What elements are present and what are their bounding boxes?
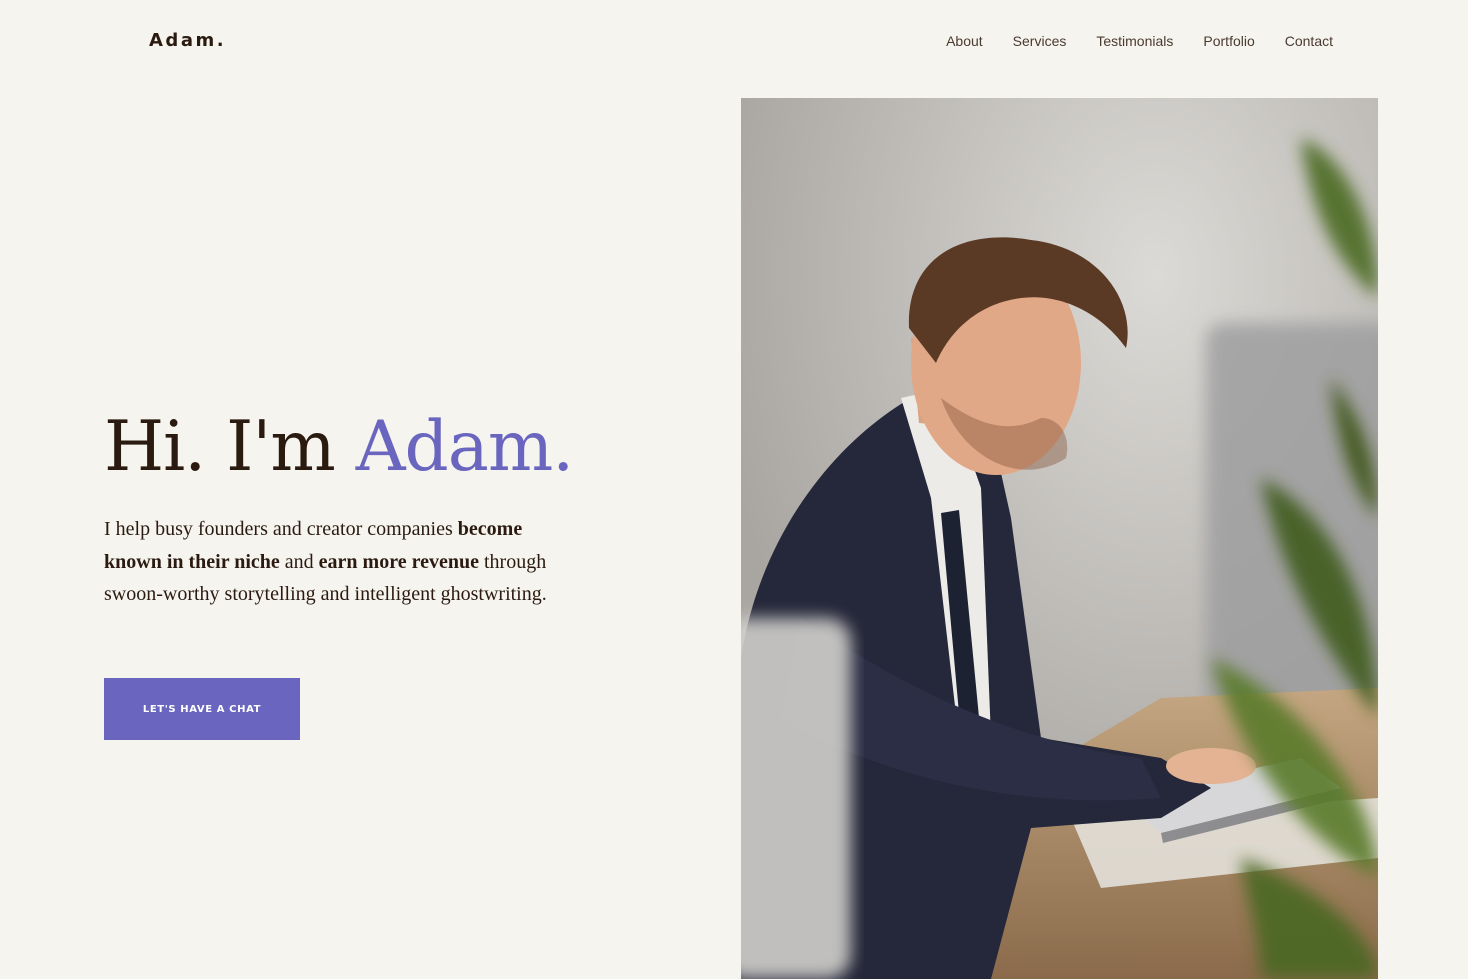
main-nav: About Services Testimonials Portfolio Co… <box>946 33 1333 49</box>
hero-title-accent: Adam. <box>355 407 574 487</box>
nav-link-testimonials[interactable]: Testimonials <box>1096 33 1173 49</box>
nav-link-contact[interactable]: Contact <box>1285 33 1333 49</box>
hero-intro: I help busy founders and creator compani… <box>104 513 554 611</box>
hero-title-lead: Hi. I'm <box>104 407 336 487</box>
nav-link-services[interactable]: Services <box>1013 33 1067 49</box>
hero-portrait-photo <box>741 98 1378 979</box>
intro-text-1: I help busy founders and creator compani… <box>104 518 458 540</box>
page: Adam. About Services Testimonials Portfo… <box>0 0 1468 979</box>
nav-link-about[interactable]: About <box>946 33 983 49</box>
site-logo[interactable]: Adam. <box>149 30 226 51</box>
chat-cta-button[interactable]: LET'S HAVE A CHAT <box>104 678 300 740</box>
intro-text-2: and <box>279 550 319 573</box>
hero-title: Hi. I'm Adam. <box>104 402 574 492</box>
portrait-photo-icon <box>741 98 1378 979</box>
intro-bold-2: earn more revenue <box>318 550 479 573</box>
nav-link-portfolio[interactable]: Portfolio <box>1203 33 1254 49</box>
